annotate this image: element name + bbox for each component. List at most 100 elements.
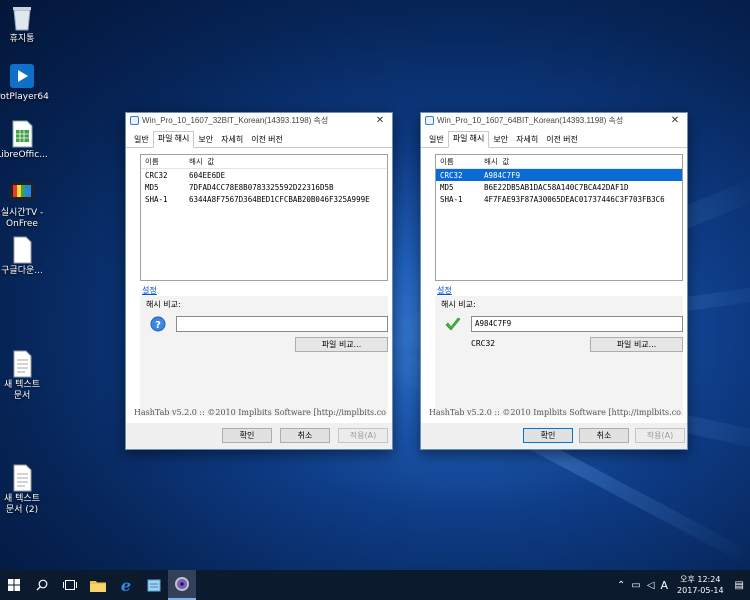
spreadsheet-icon	[9, 120, 35, 148]
task-view-icon[interactable]	[56, 570, 84, 600]
close-icon[interactable]: ✕	[372, 115, 388, 126]
ok-button[interactable]: 확인	[523, 428, 573, 443]
tab-previous-versions[interactable]: 이전 버전	[542, 133, 582, 147]
compare-file-button[interactable]: 파일 비교...	[590, 337, 683, 352]
tab-file-hash[interactable]: 파일 해시	[152, 131, 195, 148]
desktop-icon-new-text-doc-2[interactable]: 새 텍스트 문서 (2)	[0, 464, 44, 516]
desktop-icon-label: 실시간TV - OnFree	[0, 208, 44, 229]
desktop-icon-label: 새 텍스트 문서 (2)	[4, 494, 40, 515]
hash-name: SHA-1	[145, 194, 168, 204]
column-header-name[interactable]: 이름	[436, 156, 480, 167]
desktop-icon-label: LibreOffic...	[0, 150, 48, 160]
hash-row[interactable]: SHA-1 6344A8F7567D364BED1CFCBAB20B046F32…	[141, 193, 387, 205]
compare-file-button[interactable]: 파일 비교...	[295, 337, 388, 352]
hash-compare-label: 해시 비교:	[146, 300, 181, 309]
desktop-icon-label: PotPlayer64	[0, 92, 49, 102]
hash-name: CRC32	[440, 170, 463, 180]
ime-indicator[interactable]: A	[661, 579, 669, 592]
tab-bar: 일반 파일 해시 보안 자세히 이전 버전	[421, 131, 687, 148]
search-icon[interactable]	[28, 570, 56, 600]
settings-link[interactable]: 설정	[437, 285, 452, 296]
hashtab-footer[interactable]: HashTab v5.2.0 :: ©2010 Implbits Softwar…	[429, 408, 681, 417]
tv-icon	[9, 178, 35, 206]
tab-previous-versions[interactable]: 이전 버전	[247, 133, 287, 147]
speaker-icon[interactable]: ◁	[647, 580, 655, 591]
desktop-icon-new-text-doc[interactable]: 새 텍스트 문서	[0, 350, 44, 402]
settings-link[interactable]: 설정	[142, 285, 157, 296]
clock-date: 2017-05-14	[677, 586, 724, 595]
tab-general[interactable]: 일반	[425, 133, 448, 147]
hash-value: 7DFAD4CC78E8B0783325592D22316D5B	[189, 182, 334, 192]
hash-compare-section: 해시 비교: ? 파일 비교...	[140, 296, 388, 416]
potplayer-icon	[9, 62, 35, 90]
hash-name: MD5	[145, 182, 159, 192]
close-icon[interactable]: ✕	[667, 115, 683, 126]
cancel-button[interactable]: 취소	[579, 428, 629, 443]
tab-file-hash[interactable]: 파일 해시	[447, 131, 490, 148]
hash-value: A984C7F9	[484, 170, 521, 180]
hash-compare-input[interactable]	[176, 316, 388, 332]
svg-text:?: ?	[155, 320, 161, 331]
hash-row[interactable]: MD5 B6E22DB5AB1DAC58A140C7BCA42DAF1D	[436, 181, 682, 193]
file-icon	[425, 115, 434, 125]
system-tray: ⌃ ▭ ◁ A 오후 12:24 2017-05-14 ▤	[614, 570, 750, 600]
text-file-icon	[9, 464, 35, 492]
hash-row[interactable]: MD5 7DFAD4CC78E8B0783325592D22316D5B	[141, 181, 387, 193]
desktop-icon-onfree-tv[interactable]: 실시간TV - OnFree	[0, 178, 44, 230]
tab-details[interactable]: 자세히	[512, 133, 542, 147]
cancel-button[interactable]: 취소	[280, 428, 330, 443]
tab-details[interactable]: 자세히	[217, 133, 247, 147]
edge-icon[interactable]: e	[112, 570, 140, 600]
column-header-name[interactable]: 이름	[141, 156, 185, 167]
column-header-hash[interactable]: 해시 값	[185, 156, 387, 167]
tab-general[interactable]: 일반	[130, 133, 153, 147]
hash-value: 4F7FAE93F87A30065DEAC01737446C3F703FB3C6	[484, 194, 665, 204]
hash-list[interactable]: 이름 해시 값 CRC32 604EE6DE MD5 7DFAD4CC78E8B…	[140, 154, 388, 281]
notification-icon[interactable]: ▤	[735, 580, 744, 591]
windows-start-icon[interactable]	[0, 570, 28, 600]
file-icon	[130, 115, 139, 125]
dvd-icon[interactable]	[168, 570, 196, 600]
network-icon[interactable]: ▭	[631, 580, 640, 591]
hash-compare-label: 해시 비교:	[441, 300, 476, 309]
hash-list[interactable]: 이름 해시 값 CRC32 A984C7F9 MD5 B6E22DB5AB1DA…	[435, 154, 683, 281]
apply-button[interactable]: 적용(A)	[338, 428, 388, 443]
hash-value: 604EE6DE	[189, 170, 226, 180]
hash-row-selected[interactable]: CRC32 A984C7F9	[436, 169, 682, 181]
svg-text:e: e	[121, 577, 131, 593]
apply-button[interactable]: 적용(A)	[635, 428, 685, 443]
desktop-icon-potplayer[interactable]: PotPlayer64	[0, 62, 49, 103]
ok-button[interactable]: 확인	[222, 428, 272, 443]
tab-security[interactable]: 보안	[194, 133, 217, 147]
dialog-title: Win_Pro_10_1607_32BIT_Korean(14393.1198)…	[142, 115, 329, 125]
hash-list-header: 이름 해시 값	[141, 155, 387, 169]
hashtab-footer[interactable]: HashTab v5.2.0 :: ©2010 Implbits Softwar…	[134, 408, 386, 417]
dialog-titlebar[interactable]: Win_Pro_10_1607_32BIT_Korean(14393.1198)…	[126, 113, 392, 127]
desktop-icon-recycle-bin[interactable]: 휴지통	[0, 4, 44, 45]
chevron-up-icon[interactable]: ⌃	[617, 580, 625, 591]
desktop-icon-label: 휴지통	[9, 34, 35, 44]
taskbar: e ⌃ ▭ ◁ A 오후 12:24 2017-05-14 ▤	[0, 570, 750, 600]
hash-row[interactable]: CRC32 604EE6DE	[141, 169, 387, 181]
hash-name: MD5	[440, 182, 454, 192]
dialog-titlebar[interactable]: Win_Pro_10_1607_64BIT_Korean(14393.1198)…	[421, 113, 687, 127]
notepad-icon[interactable]	[140, 570, 168, 600]
hash-compare-section: 해시 비교: A984C7F9 CRC32 파일 비교...	[435, 296, 683, 416]
file-explorer-icon[interactable]	[84, 570, 112, 600]
hash-compare-input[interactable]: A984C7F9	[471, 316, 683, 332]
clock[interactable]: 오후 12:24 2017-05-14	[677, 574, 724, 596]
checkmark-icon	[445, 316, 461, 332]
properties-dialog-32bit: Win_Pro_10_1607_32BIT_Korean(14393.1198)…	[125, 112, 393, 450]
dialog-title: Win_Pro_10_1607_64BIT_Korean(14393.1198)…	[437, 115, 624, 125]
tab-security[interactable]: 보안	[489, 133, 512, 147]
desktop-icon-google-download[interactable]: 구글다운...	[0, 236, 44, 277]
tab-content: 이름 해시 값 CRC32 A984C7F9 MD5 B6E22DB5AB1DA…	[421, 148, 687, 423]
desktop-icon-label: 새 텍스트 문서	[4, 380, 40, 401]
desktop-icon-libreoffice[interactable]: LibreOffic...	[0, 120, 48, 161]
tab-bar: 일반 파일 해시 보안 자세히 이전 버전	[126, 131, 392, 148]
column-header-hash[interactable]: 해시 값	[480, 156, 682, 167]
hash-value: 6344A8F7567D364BED1CFCBAB20B046F325A999E	[189, 194, 370, 204]
tab-content: 이름 해시 값 CRC32 604EE6DE MD5 7DFAD4CC78E8B…	[126, 148, 392, 423]
hash-row[interactable]: SHA-1 4F7FAE93F87A30065DEAC01737446C3F70…	[436, 193, 682, 205]
recycle-bin-icon	[9, 4, 35, 32]
